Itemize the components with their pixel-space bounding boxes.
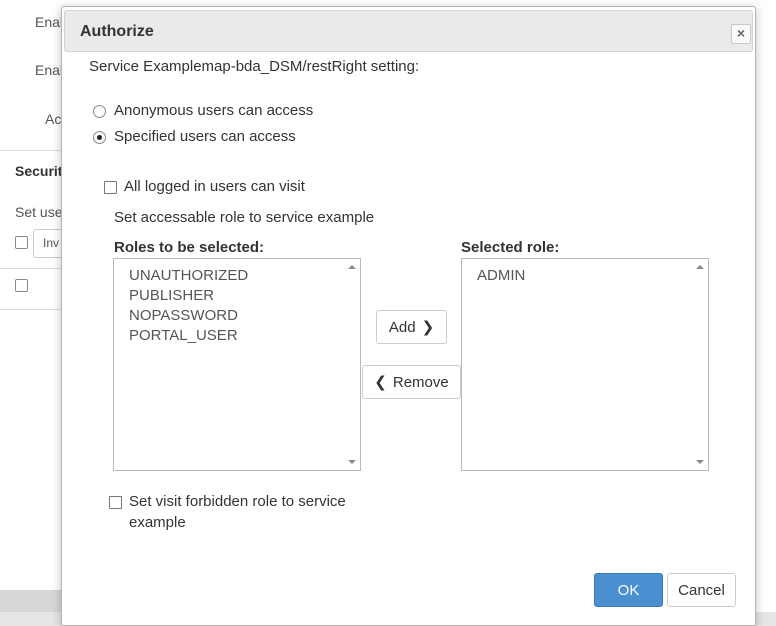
radio-anonymous-label[interactable]: Anonymous users can access bbox=[114, 102, 313, 119]
selected-role-label: Selected role: bbox=[461, 239, 560, 256]
roles-scrollbar[interactable] bbox=[344, 259, 360, 470]
cancel-button-label: Cancel bbox=[678, 581, 725, 599]
close-icon: × bbox=[736, 25, 746, 41]
list-item[interactable]: ADMIN bbox=[477, 266, 525, 286]
remove-button-label: Remove bbox=[392, 373, 449, 391]
list-item[interactable]: PORTAL_USER bbox=[129, 326, 248, 346]
add-button-label: Add bbox=[388, 318, 416, 336]
chevron-left-icon: ❮ bbox=[374, 374, 387, 391]
set-role-text: Set accessable role to service example bbox=[114, 209, 375, 226]
roles-to-select-label: Roles to be selected: bbox=[114, 239, 265, 256]
scroll-down-arrow-icon[interactable] bbox=[348, 460, 356, 464]
bg-divider bbox=[0, 150, 62, 151]
dialog-titlebar[interactable]: Authorize × bbox=[64, 10, 753, 52]
chevron-right-icon: ❯ bbox=[421, 319, 435, 336]
bg-label-set-user: Set use bbox=[15, 204, 63, 220]
selected-scrollbar[interactable] bbox=[692, 259, 708, 470]
scroll-up-arrow-icon[interactable] bbox=[696, 265, 704, 269]
bg-divider-3 bbox=[0, 309, 62, 310]
bg-label-enable-1: Enal bbox=[35, 14, 64, 30]
forbidden-role-label-line2[interactable]: example bbox=[129, 514, 186, 531]
scroll-down-arrow-icon[interactable] bbox=[696, 460, 704, 464]
list-item[interactable]: PUBLISHER bbox=[129, 286, 248, 306]
service-setting-text: Service Examplemap-bda_DSM/restRight set… bbox=[89, 58, 420, 75]
close-button[interactable]: × bbox=[731, 24, 751, 44]
ok-button-label: OK bbox=[617, 581, 640, 599]
bg-label-access: Ac bbox=[45, 111, 62, 127]
list-item[interactable]: NOPASSWORD bbox=[129, 306, 248, 326]
bg-checkbox-1[interactable] bbox=[15, 236, 28, 249]
bg-checkbox-2[interactable] bbox=[15, 279, 28, 292]
radio-anonymous[interactable] bbox=[93, 105, 106, 118]
forbidden-role-checkbox[interactable] bbox=[109, 496, 122, 509]
ok-button[interactable]: OK bbox=[594, 573, 663, 607]
forbidden-role-label-line1[interactable]: Set visit forbidden role to service bbox=[129, 493, 346, 510]
bg-footer-strip bbox=[0, 590, 62, 612]
authorize-dialog: Authorize × Service Examplemap-bda_DSM/r… bbox=[61, 6, 756, 626]
list-item[interactable]: UNAUTHORIZED bbox=[129, 266, 248, 286]
bg-divider-2 bbox=[0, 268, 62, 269]
radio-specified-label[interactable]: Specified users can access bbox=[114, 128, 296, 145]
scroll-up-arrow-icon[interactable] bbox=[348, 265, 356, 269]
cancel-button[interactable]: Cancel bbox=[667, 573, 736, 607]
dialog-title: Authorize bbox=[80, 23, 154, 40]
selected-role-listbox[interactable]: ADMIN bbox=[461, 258, 709, 471]
all-logged-checkbox[interactable] bbox=[104, 181, 117, 194]
radio-specified[interactable] bbox=[93, 131, 106, 144]
roles-to-select-listbox[interactable]: UNAUTHORIZED PUBLISHER NOPASSWORD PORTAL… bbox=[113, 258, 361, 471]
all-logged-label[interactable]: All logged in users can visit bbox=[124, 178, 305, 195]
remove-button[interactable]: ❮ Remove bbox=[362, 365, 461, 399]
add-button[interactable]: Add ❯ bbox=[376, 310, 447, 344]
bg-label-enable-2: Enal bbox=[35, 62, 64, 78]
bg-section-title: Securit bbox=[15, 163, 63, 179]
